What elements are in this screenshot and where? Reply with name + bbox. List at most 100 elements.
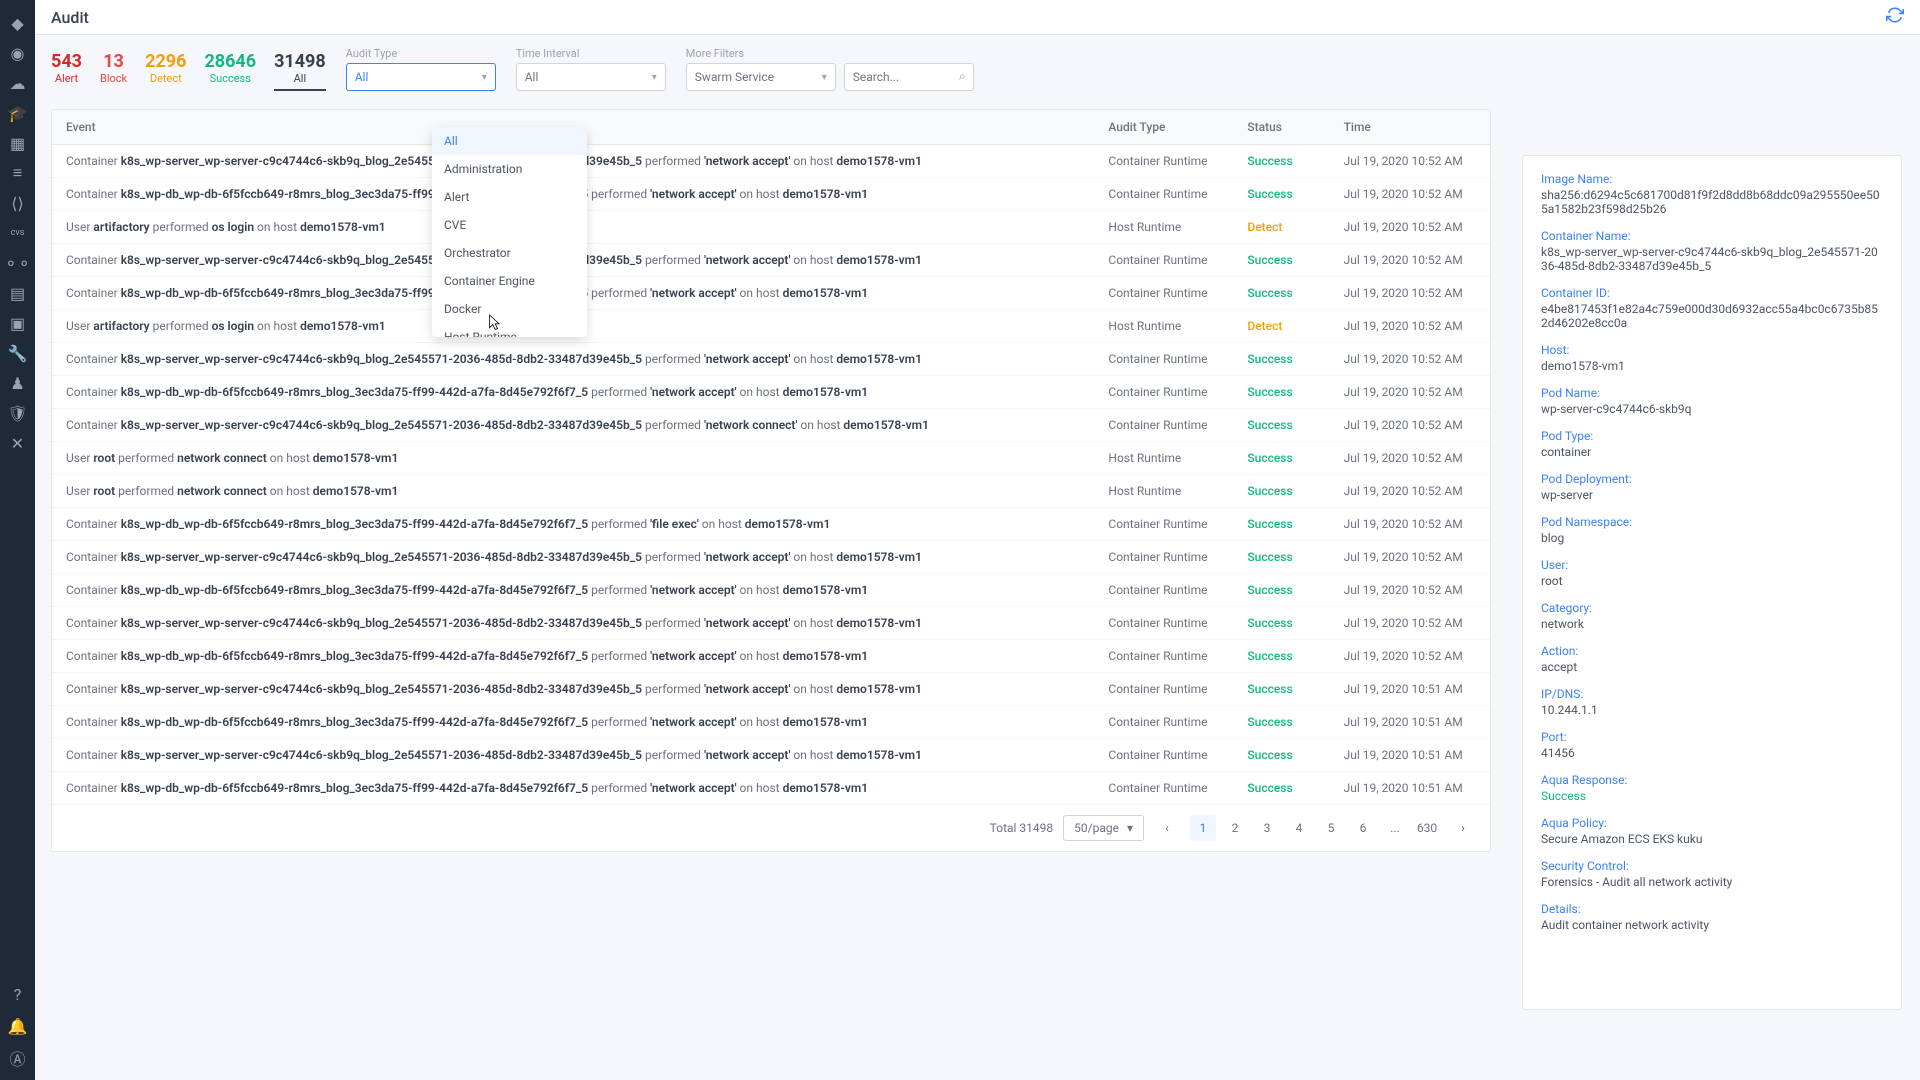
detail-row: Details: Audit container network activit…: [1541, 902, 1883, 932]
audit-type-select[interactable]: All ▾: [346, 63, 496, 91]
audit-table: EventAudit TypeStatusTime Container k8s_…: [51, 109, 1491, 852]
page-number-button[interactable]: 3: [1254, 815, 1280, 841]
detail-row: User: root: [1541, 558, 1883, 588]
table-row[interactable]: User root performed network connect on h…: [52, 475, 1490, 508]
dashboard-icon[interactable]: ◉: [0, 38, 35, 68]
dropdown-item[interactable]: Host Runtime: [432, 323, 587, 337]
logo-icon[interactable]: ◆: [0, 8, 35, 38]
table-row[interactable]: Container k8s_wp-db_wp-db-6f5fccb649-r8m…: [52, 574, 1490, 607]
next-page-button[interactable]: ›: [1450, 815, 1476, 841]
table-header[interactable]: Status: [1233, 110, 1329, 145]
tools-icon[interactable]: 🔧: [0, 338, 35, 368]
search-icon: ⌕: [959, 69, 966, 84]
detail-row: Container ID: e4be817453f1e82a4c759e000d…: [1541, 286, 1883, 330]
dropdown-item[interactable]: Administration: [432, 155, 587, 183]
detail-value: 41456: [1541, 746, 1883, 760]
total-label: Total 31498: [990, 821, 1054, 835]
table-row[interactable]: Container k8s_wp-db_wp-db-6f5fccb649-r8m…: [52, 178, 1490, 211]
table-row[interactable]: Container k8s_wp-server_wp-server-c9c474…: [52, 739, 1490, 772]
dropdown-item[interactable]: Orchestrator: [432, 239, 587, 267]
detail-value: Audit container network activity: [1541, 918, 1883, 932]
dropdown-item[interactable]: All: [432, 127, 587, 155]
servers-icon[interactable]: ▣: [0, 308, 35, 338]
help-icon[interactable]: ?: [0, 982, 35, 1006]
detail-row: Pod Name: wp-server-c9c4744c6-skb9q: [1541, 386, 1883, 416]
page-number-button[interactable]: 630: [1414, 815, 1440, 841]
sidebar: ◆ ◉ ☁ 🎓 ▦ ≡ ⟨⟩ cvs ⚬⚬ ▤ ▣ 🔧 ♟ 🛡 ✕ ? 🔔 Ⓐ: [0, 0, 35, 1080]
page-number-button[interactable]: 6: [1350, 815, 1376, 841]
refresh-button[interactable]: [1886, 6, 1904, 28]
risk-icon[interactable]: ☁: [0, 68, 35, 98]
cvs-icon[interactable]: cvs: [0, 218, 35, 248]
security-icon[interactable]: ♟: [0, 368, 35, 398]
shield-icon[interactable]: 🛡: [0, 398, 35, 428]
chevron-down-icon: ▾: [482, 72, 487, 83]
time-interval-select[interactable]: All ▾: [516, 63, 666, 91]
table-header[interactable]: Audit Type: [1094, 110, 1233, 145]
detail-row: Pod Namespace: blog: [1541, 515, 1883, 545]
per-page-select[interactable]: 50/page ▾: [1063, 815, 1144, 841]
settings-icon[interactable]: ✕: [0, 428, 35, 458]
table-row[interactable]: Container k8s_wp-server_wp-server-c9c474…: [52, 409, 1490, 442]
detail-value: sha256:d6294c5c681700d81f9f2d8dd8b68ddc0…: [1541, 188, 1883, 216]
counter-all[interactable]: 31498All: [274, 51, 326, 91]
counter-detect[interactable]: 2296Detect: [145, 51, 186, 91]
table-row[interactable]: User artifactory performed os login on h…: [52, 310, 1490, 343]
detail-label: Aqua Policy:: [1541, 816, 1883, 830]
counter-alert[interactable]: 543Alert: [51, 51, 82, 91]
filters-row: 543Alert 13Block 2296Detect 28646Success 314…: [51, 47, 1904, 91]
table-row[interactable]: Container k8s_wp-server_wp-server-c9c474…: [52, 673, 1490, 706]
graduation-icon[interactable]: 🎓: [0, 98, 35, 128]
dropdown-item[interactable]: Container Engine: [432, 267, 587, 295]
detail-label: Details:: [1541, 902, 1883, 916]
search-input[interactable]: [844, 63, 974, 91]
detail-value: e4be817453f1e82a4c759e000d30d6932acc55a4…: [1541, 302, 1883, 330]
detail-row: Category: network: [1541, 601, 1883, 631]
detail-label: Category:: [1541, 601, 1883, 615]
table-row[interactable]: Container k8s_wp-server_wp-server-c9c474…: [52, 145, 1490, 178]
counter-success[interactable]: 28646Success: [204, 51, 256, 91]
detail-value: k8s_wp-server_wp-server-c9c4744c6-skb9q_…: [1541, 245, 1883, 273]
dropdown-item[interactable]: Alert: [432, 183, 587, 211]
dropdown-item[interactable]: Docker: [432, 295, 587, 323]
time-interval-label: Time Interval: [516, 47, 666, 60]
audit-type-dropdown: AllAdministrationAlertCVEOrchestratorCon…: [432, 127, 587, 337]
detail-label: Container ID:: [1541, 286, 1883, 300]
detail-value: Success: [1541, 789, 1883, 803]
pagination: Total 31498 50/page ▾ ‹ 123456...630 ›: [52, 805, 1490, 851]
network-icon[interactable]: ⚬⚬: [0, 248, 35, 278]
page-number-button[interactable]: 2: [1222, 815, 1248, 841]
page-number-button[interactable]: 4: [1286, 815, 1312, 841]
detail-row: Aqua Policy: Secure Amazon ECS EKS kuku: [1541, 816, 1883, 846]
chevron-down-icon: ▾: [822, 72, 827, 83]
prev-page-button[interactable]: ‹: [1154, 815, 1180, 841]
page-number-button[interactable]: 1: [1190, 815, 1216, 841]
counter-block[interactable]: 13Block: [100, 51, 127, 91]
more-filters-select[interactable]: Swarm Service ▾: [686, 63, 836, 91]
table-row[interactable]: Container k8s_wp-server_wp-server-c9c474…: [52, 607, 1490, 640]
table-row[interactable]: Container k8s_wp-server_wp-server-c9c474…: [52, 541, 1490, 574]
table-row[interactable]: Container k8s_wp-db_wp-db-6f5fccb649-r8m…: [52, 508, 1490, 541]
table-row[interactable]: User artifactory performed os login on h…: [52, 211, 1490, 244]
detail-label: Pod Deployment:: [1541, 472, 1883, 486]
user-avatar-icon[interactable]: Ⓐ: [0, 1046, 35, 1070]
page-number-button: ...: [1382, 815, 1408, 841]
detail-value: wp-server: [1541, 488, 1883, 502]
table-row[interactable]: Container k8s_wp-db_wp-db-6f5fccb649-r8m…: [52, 376, 1490, 409]
dropdown-item[interactable]: CVE: [432, 211, 587, 239]
table-row[interactable]: Container k8s_wp-db_wp-db-6f5fccb649-r8m…: [52, 706, 1490, 739]
notifications-icon[interactable]: 🔔: [0, 1014, 35, 1038]
table-header[interactable]: Time: [1330, 110, 1490, 145]
table-row[interactable]: Container k8s_wp-server_wp-server-c9c474…: [52, 244, 1490, 277]
workloads-icon[interactable]: ≡: [0, 158, 35, 188]
table-row[interactable]: Container k8s_wp-server_wp-server-c9c474…: [52, 343, 1490, 376]
images-icon[interactable]: ▦: [0, 128, 35, 158]
page-number-button[interactable]: 5: [1318, 815, 1344, 841]
code-icon[interactable]: ⟨⟩: [0, 188, 35, 218]
table-row[interactable]: User root performed network connect on h…: [52, 442, 1490, 475]
detail-value: wp-server-c9c4744c6-skb9q: [1541, 402, 1883, 416]
table-row[interactable]: Container k8s_wp-db_wp-db-6f5fccb649-r8m…: [52, 772, 1490, 805]
table-row[interactable]: Container k8s_wp-db_wp-db-6f5fccb649-r8m…: [52, 640, 1490, 673]
table-row[interactable]: Container k8s_wp-db_wp-db-6f5fccb649-r8m…: [52, 277, 1490, 310]
calendar-icon[interactable]: ▤: [0, 278, 35, 308]
